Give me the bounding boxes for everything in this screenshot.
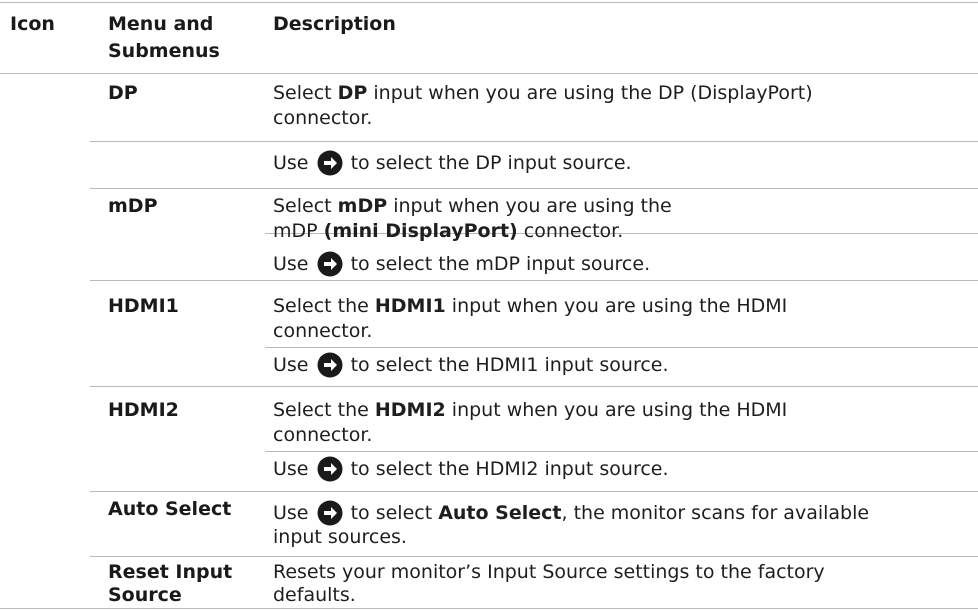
right-arrow-circle-icon <box>317 352 343 378</box>
description-hdmi1-line2: connector. <box>273 320 373 342</box>
description-hdmi2-line2: connector. <box>273 424 373 446</box>
row-divider <box>90 386 978 387</box>
description-hdmi2-line1: Select the HDMI2 input when you are usin… <box>273 399 788 421</box>
row-divider <box>90 188 978 189</box>
header-menu-line1: Menu and <box>108 13 214 35</box>
description-reset-line1: Resets your monitor’s Input Source setti… <box>273 561 825 583</box>
description-dp-line2: connector. <box>273 107 373 129</box>
header-menu-line2: Submenus <box>108 40 220 62</box>
right-arrow-circle-icon <box>317 251 343 277</box>
description-mdp-line2: mDP (mini DisplayPort) connector. <box>273 220 624 242</box>
description-mdp-use: Use to select the mDP input source. <box>273 251 651 277</box>
menu-item-dp: DP <box>108 82 138 104</box>
menu-item-hdmi1: HDMI1 <box>108 295 179 317</box>
description-dp-use: Use to select the DP input source. <box>273 150 632 176</box>
menu-item-reset-input-source-line2: Source <box>108 584 182 606</box>
menu-item-hdmi2: HDMI2 <box>108 399 179 421</box>
right-arrow-circle-icon <box>317 500 343 526</box>
description-auto-select-line1: Use to select Auto Select, the monitor s… <box>273 500 870 526</box>
row-divider <box>90 556 978 557</box>
row-divider <box>90 280 978 281</box>
menu-item-mdp: mDP <box>108 195 158 217</box>
header-description: Description <box>273 13 396 35</box>
row-divider <box>90 141 978 142</box>
menu-item-auto-select: Auto Select <box>108 498 232 520</box>
right-arrow-circle-icon <box>317 150 343 176</box>
description-hdmi1-use: Use to select the HDMI1 input source. <box>273 352 669 378</box>
description-mdp-line1: Select mDP input when you are using the <box>273 195 672 217</box>
description-dp-line1: Select DP input when you are using the D… <box>273 82 813 104</box>
table-bottom-rule <box>0 608 978 609</box>
description-auto-select-line2: input sources. <box>273 526 407 548</box>
row-divider <box>265 451 978 452</box>
menu-item-reset-input-source-line1: Reset Input <box>108 561 233 583</box>
row-divider <box>90 491 978 492</box>
description-hdmi1-line1: Select the HDMI1 input when you are usin… <box>273 295 788 317</box>
description-reset-line2: defaults. <box>273 584 356 606</box>
row-divider <box>265 347 978 348</box>
header-icon: Icon <box>10 13 55 35</box>
header-bottom-rule <box>0 73 978 74</box>
description-hdmi2-use: Use to select the HDMI2 input source. <box>273 456 669 482</box>
right-arrow-circle-icon <box>317 456 343 482</box>
table-top-rule <box>0 2 978 3</box>
